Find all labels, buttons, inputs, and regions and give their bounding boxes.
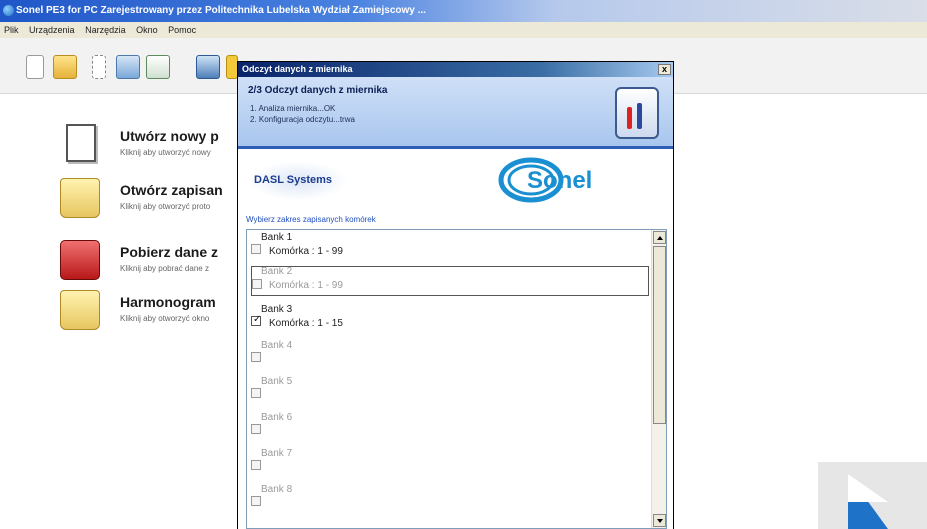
menu-devices[interactable]: Urządzenia <box>25 22 79 38</box>
bank-checkbox[interactable] <box>251 496 261 506</box>
list-item-bank-1[interactable]: Bank 1 Komórka : 1 - 99 <box>251 232 649 262</box>
blue-probe-icon <box>637 103 642 129</box>
bank-name: Bank 6 <box>261 412 293 423</box>
workspace-item-new[interactable]: Utwórz nowy p Kliknij aby utworzyć nowy <box>60 124 240 174</box>
workspace-item-title: Otwórz zapisan <box>120 182 223 198</box>
bank-list-items: Bank 1 Komórka : 1 - 99 Bank 2 Komórka :… <box>247 230 651 528</box>
bank-name: Bank 3 <box>261 304 293 315</box>
dialog-title: Odczyt danych z miernika <box>242 64 353 74</box>
list-item-bank-5[interactable]: Bank 5 <box>251 376 649 406</box>
scroll-thumb[interactable] <box>653 246 666 424</box>
bank-name: Bank 5 <box>261 376 293 387</box>
workspace-item-desc: Kliknij aby pobrać dane z <box>120 264 209 273</box>
open-folder-icon[interactable] <box>53 55 77 79</box>
workspace-item-open[interactable]: Otwórz zapisan Kliknij aby otworzyć prot… <box>60 178 240 228</box>
bank-checkbox[interactable] <box>251 244 261 254</box>
bank-checkbox[interactable] <box>251 314 261 326</box>
bank-range-prompt: Wybierz zakres zapisanych komórek <box>246 215 376 224</box>
bank-name: Bank 7 <box>261 448 293 459</box>
menu-help[interactable]: Pomoc <box>164 22 200 38</box>
corner-logo-icon <box>818 462 927 529</box>
bank-name: Bank 1 <box>261 232 293 243</box>
workspace-item-schedule[interactable]: Harmonogram Kliknij aby otworzyć okno <box>60 290 240 340</box>
workspace-item-desc: Kliknij aby otworzyć proto <box>120 202 211 211</box>
cut-icon[interactable] <box>92 55 106 79</box>
new-document-icon <box>66 124 96 162</box>
new-file-icon[interactable] <box>26 55 44 79</box>
list-item-bank-3[interactable]: Bank 3 Komórka : 1 - 15 <box>251 304 649 334</box>
workspace-item-download[interactable]: Pobierz dane z Kliknij aby pobrać dane z <box>60 240 240 290</box>
menu-window[interactable]: Okno <box>132 22 162 38</box>
read-meter-dialog: Odczyt danych z miernika x 2/3 Odczyt da… <box>237 61 674 529</box>
menu-bar: Plik Urządzenia Narzędzia Okno Pomoc <box>0 22 927 38</box>
list-item-bank-8[interactable]: Bank 8 <box>251 484 649 514</box>
bank-checkbox[interactable] <box>251 352 261 362</box>
step-line: 1. Analiza miernika...OK <box>250 104 336 113</box>
workspace-item-desc: Kliknij aby otworzyć okno <box>120 314 210 323</box>
list-item-bank-7[interactable]: Bank 7 <box>251 448 649 478</box>
dialog-body: DASL Systems Sonel Wybierz zakres zapisa… <box>238 149 673 529</box>
bank-checkbox[interactable] <box>251 388 261 398</box>
list-item-bank-6[interactable]: Bank 6 <box>251 412 649 442</box>
menu-file[interactable]: Plik <box>0 22 23 38</box>
meter-download-icon <box>60 240 100 280</box>
bank-name: Bank 4 <box>261 340 293 351</box>
close-icon[interactable]: x <box>658 64 671 75</box>
chart-icon[interactable] <box>146 55 170 79</box>
bank-cells: Komórka : 1 - 99 <box>269 246 343 257</box>
workspace-item-title: Utwórz nowy p <box>120 128 219 144</box>
scroll-down-icon[interactable] <box>653 514 666 527</box>
red-probe-icon <box>627 107 632 129</box>
list-item-bank-2[interactable]: Bank 2 Komórka : 1 - 99 <box>251 266 649 296</box>
bank-list[interactable]: Bank 1 Komórka : 1 - 99 Bank 2 Komórka :… <box>246 229 667 529</box>
open-folder-icon <box>60 178 100 218</box>
sonel-logo-icon: Sonel <box>498 157 592 203</box>
scroll-up-icon[interactable] <box>653 231 666 244</box>
main-window-title: Sonel PE3 for PC Zarejestrowany przez Po… <box>16 5 426 16</box>
sonel-logo-text: Sonel <box>527 167 592 194</box>
bank-name: Bank 2 <box>261 266 293 277</box>
dialog-header: 2/3 Odczyt danych z miernika 1. Analiza … <box>238 77 673 149</box>
workspace-item-title: Harmonogram <box>120 294 216 310</box>
list-item-bank-4[interactable]: Bank 4 <box>251 340 649 370</box>
schedule-folder-icon <box>60 290 100 330</box>
bank-cells: Komórka : 1 - 15 <box>269 318 343 329</box>
main-title-bar: Sonel PE3 for PC Zarejestrowany przez Po… <box>0 0 927 22</box>
vertical-scrollbar[interactable] <box>651 230 666 528</box>
bank-checkbox[interactable] <box>251 424 261 434</box>
bank-checkbox[interactable] <box>251 460 261 470</box>
database-icon[interactable] <box>116 55 140 79</box>
step-line: 2. Konfiguracja odczytu...trwa <box>250 115 355 124</box>
bank-cells: Komórka : 1 - 99 <box>269 280 343 291</box>
dasl-logo-text: DASL Systems <box>254 174 333 186</box>
dasl-logo: DASL Systems <box>248 161 348 201</box>
workspace-item-desc: Kliknij aby utworzyć nowy <box>120 148 211 157</box>
monitor-icon[interactable] <box>196 55 220 79</box>
meter-icon <box>615 87 659 139</box>
workspace-item-title: Pobierz dane z <box>120 244 219 260</box>
bank-name: Bank 8 <box>261 484 293 495</box>
menu-tools[interactable]: Narzędzia <box>81 22 130 38</box>
app-icon <box>3 5 14 16</box>
bank-checkbox[interactable] <box>252 279 262 289</box>
step-title: 2/3 Odczyt danych z miernika <box>248 85 388 96</box>
dialog-title-bar[interactable]: Odczyt danych z miernika x <box>238 62 673 77</box>
